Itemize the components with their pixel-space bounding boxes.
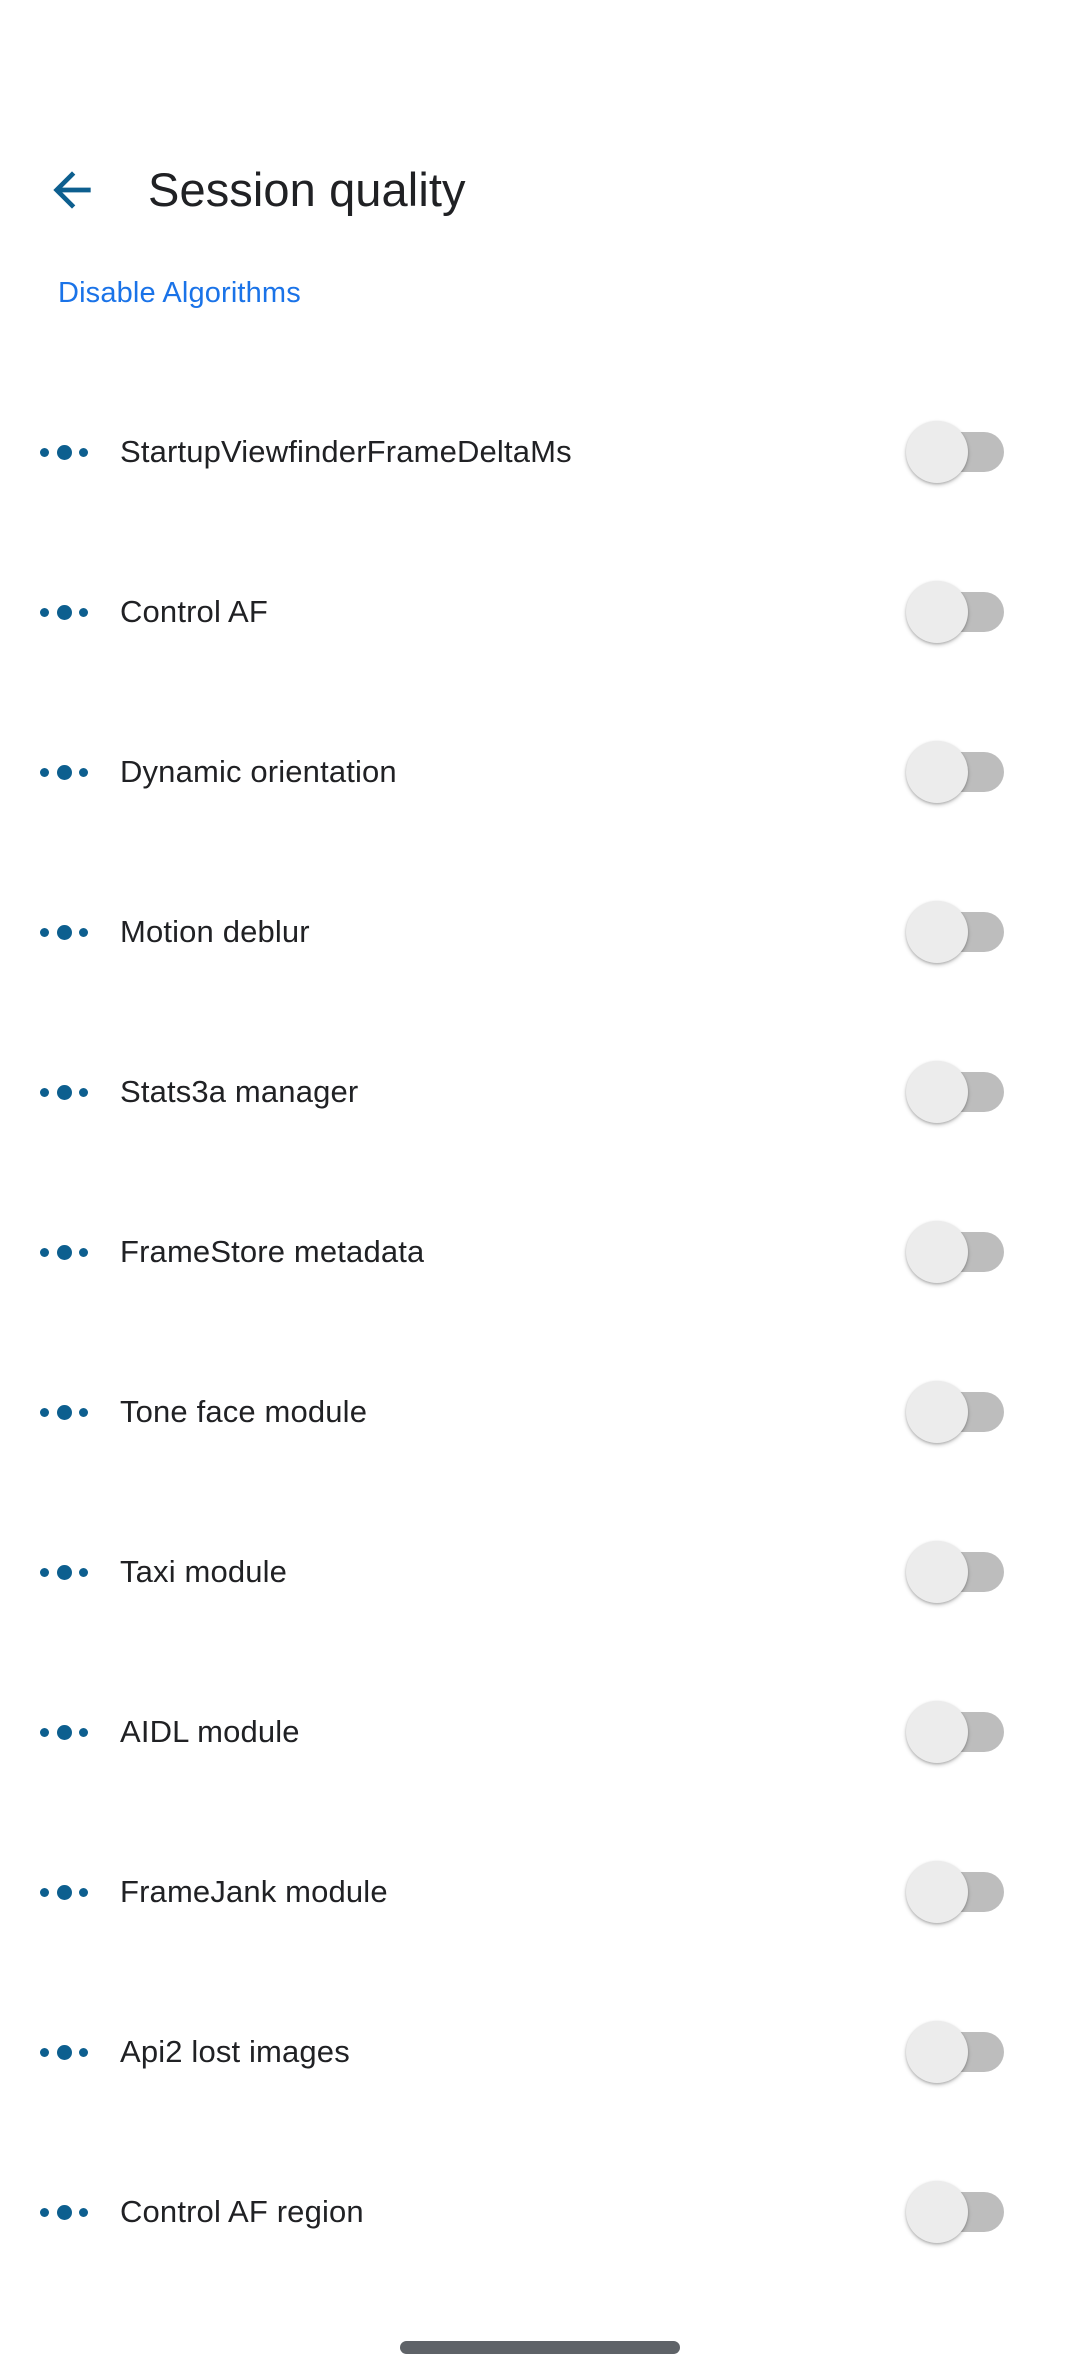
list-item-label: Control AF region (120, 2194, 364, 2229)
three-dots-icon (40, 2041, 88, 2063)
toggle-switch[interactable] (906, 1061, 1004, 1123)
three-dots-icon (40, 1721, 88, 1743)
list-item-label: Motion deblur (120, 914, 310, 949)
home-gesture-bar[interactable] (400, 2341, 680, 2354)
list-item[interactable]: Dynamic orientation (0, 692, 1080, 852)
arrow-left-icon (44, 162, 100, 218)
list-item[interactable]: Tone face module (0, 1332, 1080, 1492)
toggle-switch[interactable] (906, 1541, 1004, 1603)
list-item[interactable]: Api2 lost images (0, 1972, 1080, 2132)
three-dots-icon (40, 2201, 88, 2223)
list-item-label: FrameStore metadata (120, 1234, 425, 1269)
list-item[interactable]: Motion deblur (0, 852, 1080, 1012)
list-item-label: Stats3a manager (120, 1074, 359, 1109)
three-dots-icon (40, 441, 88, 463)
toggle-switch[interactable] (906, 421, 1004, 483)
three-dots-icon (40, 601, 88, 623)
toggle-switch[interactable] (906, 1221, 1004, 1283)
list-item[interactable]: FrameJank module (0, 1812, 1080, 1972)
list-item-label: Tone face module (120, 1394, 368, 1429)
three-dots-icon (40, 1241, 88, 1263)
list-item[interactable]: FrameStore metadata (0, 1172, 1080, 1332)
toggle-switch[interactable] (906, 741, 1004, 803)
toggle-switch[interactable] (906, 901, 1004, 963)
list-item[interactable]: Taxi module (0, 1492, 1080, 1652)
list-item-label: AIDL module (120, 1714, 300, 1749)
list-item-label: Control AF (120, 594, 268, 629)
three-dots-icon (40, 1081, 88, 1103)
list-item-label: FrameJank module (120, 1874, 388, 1909)
toggle-switch[interactable] (906, 1381, 1004, 1443)
list-item-label: Dynamic orientation (120, 754, 397, 789)
back-button[interactable] (24, 142, 120, 238)
list-item[interactable]: StartupViewfinderFrameDeltaMs (0, 372, 1080, 532)
three-dots-icon (40, 1561, 88, 1583)
three-dots-icon (40, 1881, 88, 1903)
toggle-switch[interactable] (906, 1701, 1004, 1763)
page-title: Session quality (148, 163, 466, 216)
disable-algorithms-link[interactable]: Disable Algorithms (58, 277, 301, 310)
list-item[interactable]: Stats3a manager (0, 1012, 1080, 1172)
app-bar: Session quality (0, 0, 1080, 262)
list-item[interactable]: Control AF region (0, 2132, 1080, 2292)
three-dots-icon (40, 761, 88, 783)
settings-list: StartupViewfinderFrameDeltaMs Control AF… (0, 372, 1080, 2292)
toggle-switch[interactable] (906, 2021, 1004, 2083)
list-item-label: StartupViewfinderFrameDeltaMs (120, 434, 572, 469)
three-dots-icon (40, 921, 88, 943)
list-item[interactable]: Control AF (0, 532, 1080, 692)
toggle-switch[interactable] (906, 581, 1004, 643)
toggle-switch[interactable] (906, 1861, 1004, 1923)
list-item-label: Api2 lost images (120, 2034, 350, 2069)
list-item[interactable]: AIDL module (0, 1652, 1080, 1812)
list-item-label: Taxi module (120, 1554, 288, 1589)
toggle-switch[interactable] (906, 2181, 1004, 2243)
three-dots-icon (40, 1401, 88, 1423)
